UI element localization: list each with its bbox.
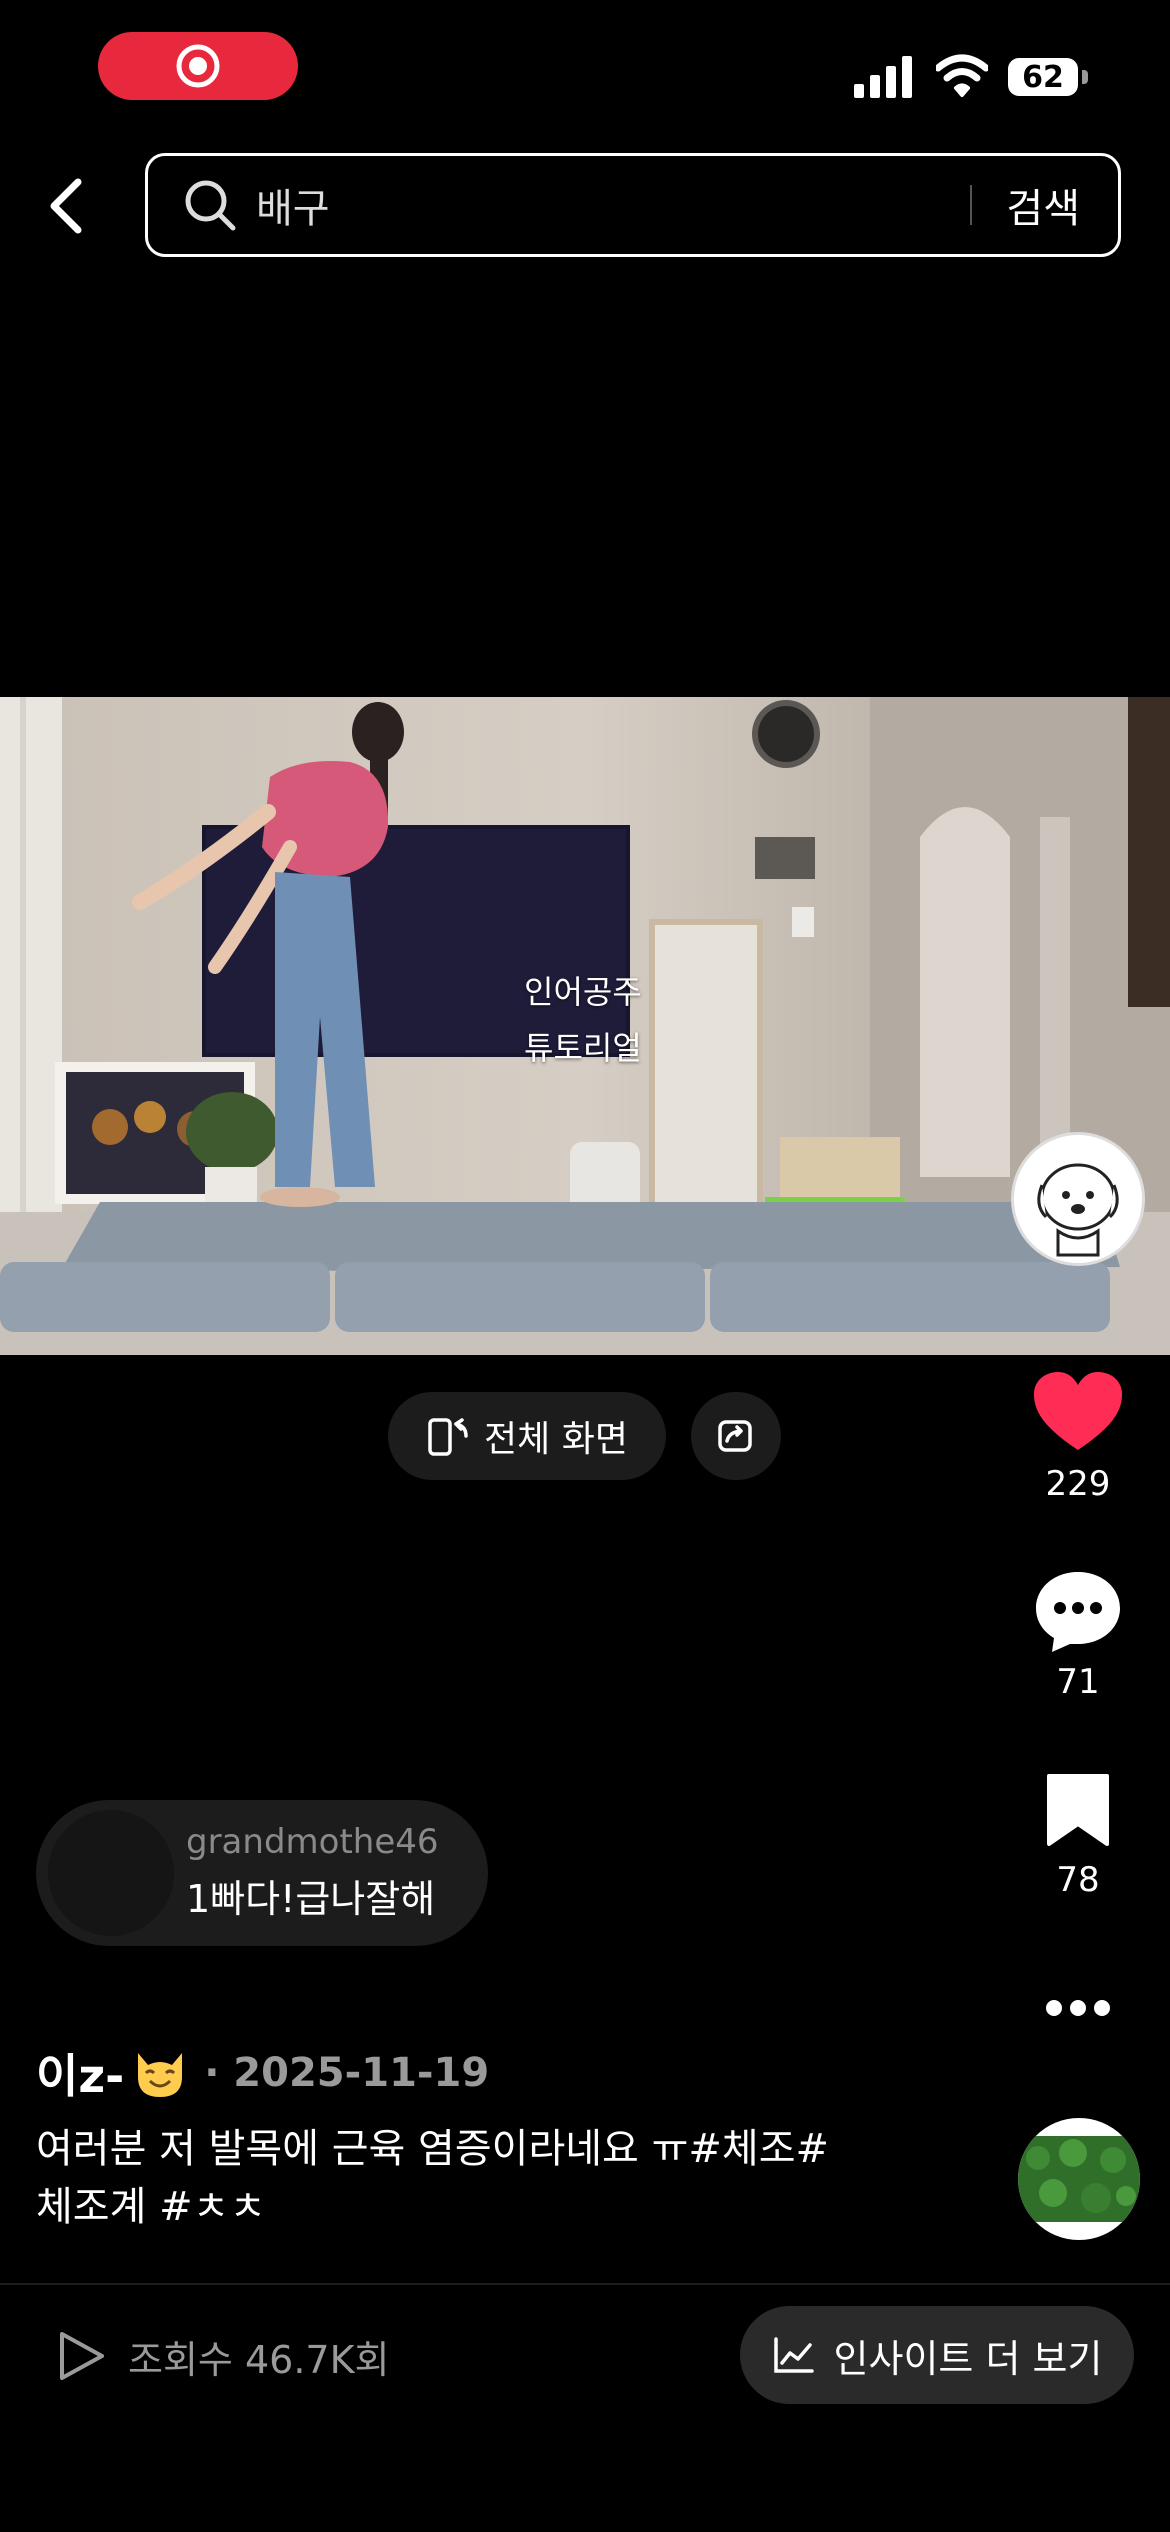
- video-caption-line2: 튜토리얼: [524, 1029, 642, 1067]
- more-dots-icon: [1046, 2000, 1110, 2016]
- description-line1: 여러분 저 발목에 근육 염증이라네요 ㅠ#체조#: [36, 2126, 830, 2172]
- commenter-avatar: [48, 1810, 174, 1936]
- battery-nub: [1082, 70, 1088, 84]
- line-chart-icon: [773, 2337, 814, 2373]
- wifi-icon: [936, 54, 988, 97]
- video-caption-line1: 인어공주: [524, 973, 642, 1011]
- search-bar[interactable]: 배구 검색: [145, 153, 1121, 257]
- share-button[interactable]: [691, 1392, 781, 1480]
- play-icon: [60, 2332, 104, 2380]
- insights-label: 인사이트 더 보기: [833, 2336, 1103, 2381]
- signal-icon: [854, 56, 912, 98]
- fullscreen-label: 전체 화면: [484, 1419, 628, 1460]
- description-line2: 체조계 #ㅊㅊ: [36, 2184, 267, 2230]
- share-icon: [718, 1420, 752, 1452]
- search-icon: [185, 180, 236, 231]
- back-button[interactable]: [36, 170, 96, 242]
- post-date: · 2025-11-19: [204, 2050, 490, 2096]
- top-comment[interactable]: grandmothe46 1빠다!급나잘해: [36, 1800, 488, 1946]
- video-player[interactable]: 인어공주 튜토리얼: [0, 697, 1170, 1355]
- like-button[interactable]: [1018, 1370, 1138, 1454]
- search-input[interactable]: 배구: [256, 176, 970, 234]
- post-description: 여러분 저 발목에 근육 염증이라네요 ㅠ#체조# 체조계 #ㅊㅊ: [36, 2120, 916, 2236]
- bookmark-count: 78: [1056, 1860, 1100, 1900]
- music-cover-image: [1018, 2136, 1140, 2222]
- music-disc[interactable]: [1018, 2118, 1140, 2240]
- commenter-username: grandmothe46: [186, 1822, 439, 1862]
- screen-recording-indicator[interactable]: [98, 32, 298, 100]
- cat-face-icon: [138, 2053, 183, 2097]
- bookmark-icon: [1047, 1774, 1109, 1846]
- comment-button[interactable]: [1018, 1568, 1138, 1656]
- rotate-phone-icon: [428, 1418, 468, 1456]
- search-button[interactable]: 검색: [1006, 176, 1080, 234]
- video-caption: 인어공주 튜토리얼: [524, 964, 642, 1076]
- heart-icon: [1034, 1372, 1122, 1450]
- battery-icon: 62: [1008, 58, 1078, 96]
- view-count-label: 조회수 46.7K회: [128, 2337, 390, 2382]
- author-name[interactable]: 이z-: [36, 2040, 124, 2106]
- search-divider: [970, 185, 973, 225]
- battery-level: 62: [1022, 59, 1064, 95]
- post-header: 이z- · 2025-11-19: [36, 2040, 489, 2106]
- view-count: 조회수 46.7K회: [56, 2330, 389, 2382]
- record-icon: [176, 44, 220, 88]
- more-options-button[interactable]: [1018, 1994, 1138, 2022]
- comment-count: 71: [1056, 1662, 1100, 1702]
- footer-divider: [0, 2283, 1170, 2285]
- creator-avatar[interactable]: [1011, 1132, 1145, 1266]
- bookmark-button[interactable]: [1018, 1772, 1138, 1846]
- chevron-left-icon: [50, 178, 82, 234]
- puppy-avatar-icon: [1037, 1163, 1119, 1257]
- fullscreen-button[interactable]: 전체 화면: [388, 1392, 666, 1480]
- like-count: 229: [1045, 1464, 1111, 1504]
- insights-button[interactable]: 인사이트 더 보기: [740, 2306, 1134, 2404]
- comment-text: 1빠다!급나잘해: [186, 1877, 436, 1921]
- comment-bubble-icon: [1036, 1572, 1120, 1652]
